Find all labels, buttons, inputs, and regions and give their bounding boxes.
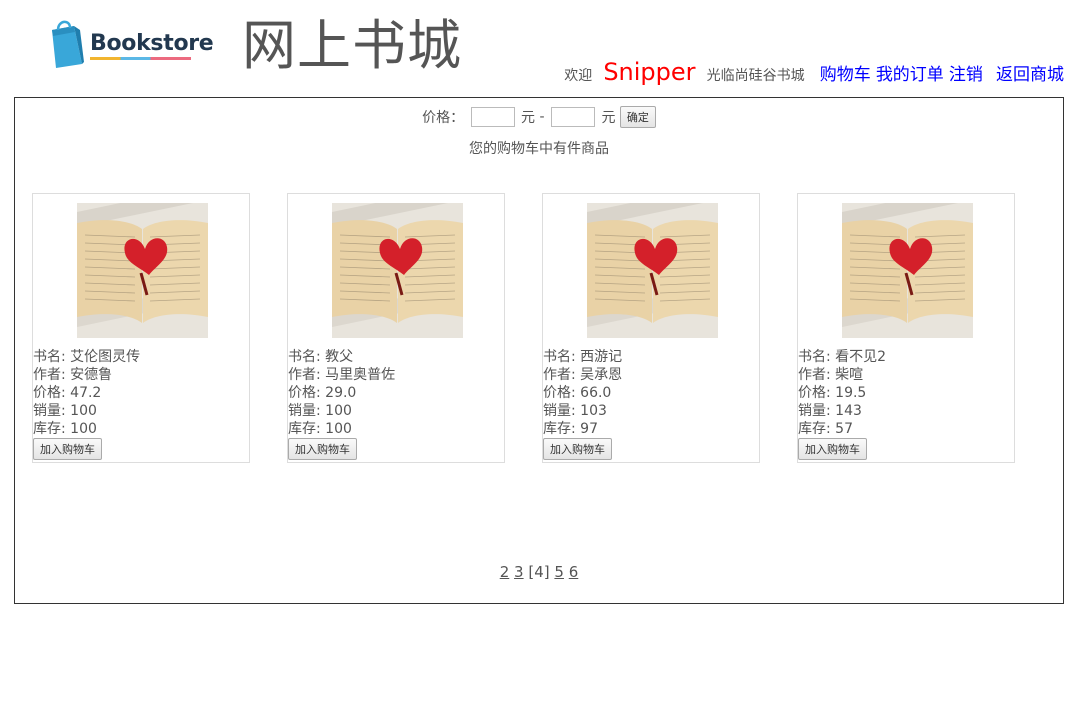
book-stock: 57	[835, 421, 853, 437]
book-sales: 100	[70, 403, 97, 419]
logo-text: Bookstore	[90, 31, 214, 56]
book-stock-label: 库存:	[33, 421, 66, 437]
book-sales: 103	[580, 403, 607, 419]
book-price: 29.0	[325, 385, 357, 401]
confirm-filter-button[interactable]: 确定	[619, 106, 656, 128]
username: Snipper	[603, 58, 696, 86]
book-price: 66.0	[580, 385, 612, 401]
site-title: 网上书城	[242, 14, 462, 77]
book-sales: 143	[835, 403, 862, 419]
welcome-suffix: 光临尚硅谷书城	[706, 68, 805, 84]
top-navigation: 欢迎 Snipper 光临尚硅谷书城 购物车 我的订单 注销 返回商城	[564, 58, 1064, 90]
book-card: 书名: 艾伦图灵传 作者: 安德鲁 价格: 47.2 销量: 100 库存: 1…	[32, 193, 250, 463]
book-card: 书名: 教父 作者: 马里奥普佐 价格: 29.0 销量: 100 库存: 10…	[287, 193, 505, 463]
book-price-label: 价格:	[543, 385, 576, 401]
book-name-label: 书名:	[798, 349, 831, 365]
book-author-label: 作者:	[33, 367, 66, 383]
book-price-label: 价格:	[798, 385, 831, 401]
page-link[interactable]: 2	[500, 563, 510, 581]
book-sales-label: 销量:	[543, 403, 576, 419]
book-cover-image	[587, 203, 718, 338]
book-name: 西游记	[580, 349, 623, 365]
cart-info-text: 您的购物车中有件商品	[469, 141, 609, 157]
book-sales-label: 销量:	[288, 403, 321, 419]
book-author: 吴承恩	[580, 367, 623, 383]
book-cover-image	[332, 203, 463, 338]
my-orders-link[interactable]: 我的订单	[876, 65, 944, 85]
price-label: 价格：	[422, 110, 465, 126]
book-card: 书名: 看不见2 作者: 柴喧 价格: 19.5 销量: 143 库存: 57 …	[797, 193, 1015, 463]
book-card: 书名: 西游记 作者: 吴承恩 价格: 66.0 销量: 103 库存: 97 …	[542, 193, 760, 463]
book-name-label: 书名:	[543, 349, 576, 365]
page-link[interactable]: 6	[569, 563, 579, 581]
book-name-label: 书名:	[288, 349, 321, 365]
book-price-label: 价格:	[33, 385, 66, 401]
shopping-bag-icon	[52, 20, 84, 68]
book-sales-label: 销量:	[798, 403, 831, 419]
book-info: 书名: 教父 作者: 马里奥普佐 价格: 29.0 销量: 100 库存: 10…	[288, 348, 395, 438]
book-author-label: 作者:	[543, 367, 576, 383]
book-author: 安德鲁	[70, 367, 113, 383]
add-to-cart-button[interactable]: 加入购物车	[543, 438, 612, 460]
book-cover-image	[842, 203, 973, 338]
book-name: 艾伦图灵传	[70, 349, 141, 365]
add-to-cart-button[interactable]: 加入购物车	[288, 438, 357, 460]
book-price-label: 价格:	[288, 385, 321, 401]
current-page: [4]	[528, 563, 550, 581]
pagination: 2 3 [4] 5 6	[15, 563, 1063, 581]
main-panel: 价格： 元 - 元 确定 您的购物车中有件商品 书名: 艾伦图灵传 作者: 安德…	[14, 97, 1064, 604]
price-filter: 价格： 元 - 元 确定	[15, 106, 1063, 128]
book-stock: 100	[70, 421, 97, 437]
book-author-label: 作者:	[798, 367, 831, 383]
page-link[interactable]: 5	[554, 563, 564, 581]
book-name-label: 书名:	[33, 349, 66, 365]
book-sales: 100	[325, 403, 352, 419]
book-price: 47.2	[70, 385, 102, 401]
book-name: 教父	[325, 349, 354, 365]
max-price-input[interactable]	[550, 107, 595, 127]
book-price: 19.5	[835, 385, 867, 401]
book-author-label: 作者:	[288, 367, 321, 383]
book-stock-label: 库存:	[798, 421, 831, 437]
min-price-input[interactable]	[470, 107, 515, 127]
bookstore-logo: Bookstore	[48, 20, 214, 70]
book-info: 书名: 艾伦图灵传 作者: 安德鲁 价格: 47.2 销量: 100 库存: 1…	[33, 348, 140, 438]
page-link[interactable]: 3	[514, 563, 524, 581]
book-stock: 100	[325, 421, 352, 437]
book-stock-label: 库存:	[543, 421, 576, 437]
max-price-unit: 元	[601, 110, 616, 126]
add-to-cart-button[interactable]: 加入购物车	[798, 438, 867, 460]
price-range-dash: -	[539, 109, 545, 125]
logo-underline	[90, 57, 191, 60]
book-info: 书名: 西游记 作者: 吴承恩 价格: 66.0 销量: 103 库存: 97	[543, 348, 622, 438]
min-price-unit: 元	[521, 110, 536, 126]
book-stock-label: 库存:	[288, 421, 321, 437]
book-name: 看不见2	[835, 349, 887, 365]
cart-link[interactable]: 购物车	[820, 65, 871, 85]
book-info: 书名: 看不见2 作者: 柴喧 价格: 19.5 销量: 143 库存: 57	[798, 348, 886, 438]
back-to-store-link[interactable]: 返回商城	[996, 65, 1064, 85]
book-author: 柴喧	[835, 367, 864, 383]
welcome-text: 欢迎	[564, 68, 593, 84]
book-cover-image	[77, 203, 208, 338]
add-to-cart-button[interactable]: 加入购物车	[33, 438, 102, 460]
logout-link[interactable]: 注销	[949, 65, 983, 85]
book-stock: 97	[580, 421, 598, 437]
book-author: 马里奥普佐	[325, 367, 396, 383]
book-sales-label: 销量:	[33, 403, 66, 419]
